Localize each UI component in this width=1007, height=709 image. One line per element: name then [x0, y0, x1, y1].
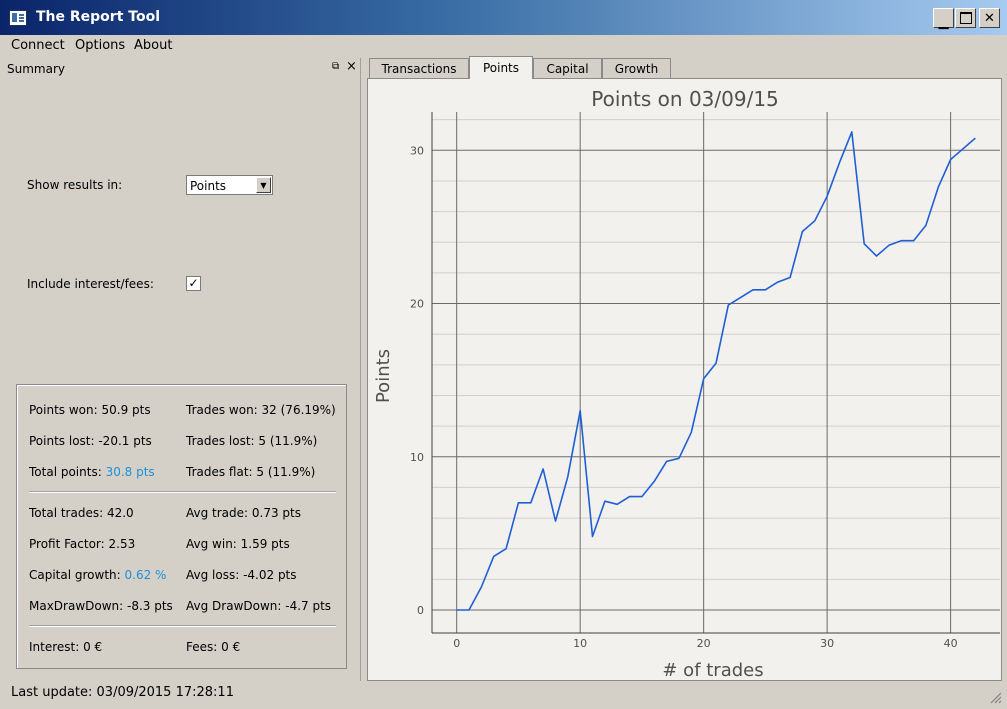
- points-chart: Points on 03/09/15 # of trades Points 0 1…: [373, 87, 1000, 680]
- stat-trades-lost: Trades lost: 5 (11.9%): [186, 434, 318, 448]
- float-dock-icon[interactable]: ⧉: [332, 61, 339, 72]
- stat-avg-win: Avg win: 1.59 pts: [186, 537, 290, 551]
- resize-grip-icon[interactable]: [988, 690, 1002, 704]
- x-tick-label: 30: [820, 637, 834, 650]
- stats-panel: Points won: 50.9 pts Trades won: 32 (76.…: [16, 384, 347, 669]
- show-results-label: Show results in:: [27, 178, 123, 192]
- stat-points-lost: Points lost: -20.1 pts: [29, 434, 152, 448]
- y-axis-label: Points: [373, 349, 394, 403]
- show-results-value: Points: [190, 179, 227, 193]
- series-line: [456, 131, 976, 611]
- stat-avg-drawdown: Avg DrawDown: -4.7 pts: [186, 599, 332, 613]
- total-points-label: Total points:: [29, 465, 106, 479]
- divider: [29, 625, 336, 626]
- status-text: Last update: 03/09/2015 17:28:11: [11, 685, 234, 700]
- stat-fees: Fees: 0 €: [186, 640, 241, 654]
- tab-points[interactable]: Points: [469, 56, 533, 79]
- x-tick-label: 40: [944, 637, 958, 650]
- show-results-select[interactable]: Points ▼: [186, 175, 273, 195]
- tab-capital[interactable]: Capital: [533, 58, 602, 79]
- window-title: The Report Tool: [36, 9, 160, 25]
- maximize-button[interactable]: [955, 8, 976, 28]
- stat-total-trades: Total trades: 42.0: [29, 506, 134, 520]
- chart-title: Points on 03/09/15: [591, 87, 779, 111]
- maximize-icon: [959, 12, 972, 24]
- stat-interest: Interest: 0 €: [29, 640, 103, 654]
- stat-total-points: Total points: 30.8 pts: [29, 465, 155, 479]
- checkmark-icon: ✓: [188, 276, 199, 290]
- tab-growth[interactable]: Growth: [602, 58, 671, 79]
- stat-max-drawdown: MaxDrawDown: -8.3 pts: [29, 599, 173, 613]
- y-tick-label: 10: [410, 451, 424, 464]
- close-dock-icon[interactable]: ×: [346, 59, 357, 74]
- y-tick-label: 30: [410, 144, 424, 157]
- x-tick-label: 0: [453, 637, 460, 650]
- dock-title: Summary: [7, 62, 65, 76]
- menu-options[interactable]: Options: [75, 38, 125, 53]
- y-tick-label: 20: [410, 298, 424, 311]
- capital-growth-value: 0.62 %: [124, 568, 167, 582]
- divider: [29, 491, 336, 492]
- close-button[interactable]: ✕: [979, 8, 1000, 28]
- minimize-button[interactable]: ▁: [933, 8, 954, 30]
- stat-trades-won: Trades won: 32 (76.19%): [186, 403, 336, 417]
- stat-avg-loss: Avg loss: -4.02 pts: [186, 568, 297, 582]
- chevron-down-icon[interactable]: ▼: [256, 177, 271, 193]
- tab-transactions[interactable]: Transactions: [369, 58, 469, 79]
- y-tick-label: 0: [417, 604, 424, 617]
- stat-profit-factor: Profit Factor: 2.53: [29, 537, 136, 551]
- x-axis-label: # of trades: [662, 660, 763, 680]
- stat-capital-growth: Capital growth: 0.62 %: [29, 568, 166, 582]
- menu-bar: Connect Options About: [0, 35, 1007, 57]
- x-tick-label: 20: [697, 637, 711, 650]
- app-icon: [9, 10, 27, 26]
- menu-connect[interactable]: Connect: [11, 38, 65, 53]
- include-fees-checkbox[interactable]: ✓: [186, 276, 201, 291]
- tab-content: Points on 03/09/15 # of trades Points 0 1…: [367, 78, 1002, 681]
- minimize-icon: ▁: [938, 14, 949, 30]
- menu-about[interactable]: About: [134, 38, 172, 53]
- stat-trades-flat: Trades flat: 5 (11.9%): [186, 465, 316, 479]
- total-points-value: 30.8 pts: [105, 465, 155, 479]
- title-bar: The Report Tool ▁ ✕: [0, 0, 1007, 35]
- include-fees-label: Include interest/fees:: [27, 277, 154, 291]
- capital-growth-label: Capital growth:: [29, 568, 125, 582]
- stat-avg-trade: Avg trade: 0.73 pts: [186, 506, 301, 520]
- x-tick-label: 10: [573, 637, 587, 650]
- close-icon: ✕: [984, 10, 995, 26]
- stat-points-won: Points won: 50.9 pts: [29, 403, 151, 417]
